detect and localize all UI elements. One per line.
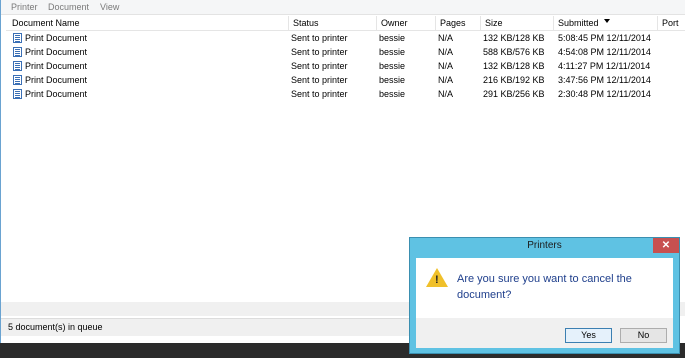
print-document-icon — [13, 89, 22, 99]
row-submitted: 2:30:48 PM 12/11/2014 — [558, 89, 651, 99]
row-status: Sent to printer — [291, 33, 348, 43]
row-size: 216 KB/192 KB — [483, 75, 545, 85]
column-port[interactable]: Port — [658, 16, 685, 30]
row-owner: bessie — [379, 75, 406, 85]
cancel-confirm-dialog: Printers ✕ ! Are you sure you want to ca… — [409, 237, 680, 354]
row-size: 132 KB/128 KB — [483, 61, 545, 71]
table-row[interactable]: Print Document Sent to printer bessie N/… — [6, 87, 685, 101]
row-status: Sent to printer — [291, 75, 348, 85]
row-submitted: 4:11:27 PM 12/11/2014 — [558, 61, 651, 71]
row-size: 291 KB/256 KB — [483, 89, 545, 99]
print-document-icon — [13, 75, 22, 85]
warning-exclamation-icon: ! — [435, 274, 439, 286]
sort-descending-icon — [604, 19, 610, 23]
row-submitted: 5:08:45 PM 12/11/2014 — [558, 33, 651, 43]
column-size[interactable]: Size — [481, 16, 554, 30]
dialog-footer: Yes No — [416, 318, 673, 348]
column-pages[interactable]: Pages — [436, 16, 481, 30]
row-size: 132 KB/128 KB — [483, 33, 545, 43]
row-submitted: 4:54:08 PM 12/11/2014 — [558, 47, 651, 57]
row-owner: bessie — [379, 89, 406, 99]
no-button[interactable]: No — [620, 328, 667, 343]
row-size: 588 KB/576 KB — [483, 47, 545, 57]
table-row[interactable]: Print Document Sent to printer bessie N/… — [6, 73, 685, 87]
menu-view[interactable]: View — [100, 2, 119, 12]
table-row[interactable]: Print Document Sent to printer bessie N/… — [6, 31, 685, 45]
print-document-icon — [13, 47, 22, 57]
row-pages: N/A — [438, 75, 454, 85]
row-pages: N/A — [438, 47, 454, 57]
row-document-name: Print Document — [25, 75, 88, 85]
yes-button[interactable]: Yes — [565, 328, 612, 343]
table-row[interactable]: Print Document Sent to printer bessie N/… — [6, 59, 685, 73]
row-submitted: 3:47:56 PM 12/11/2014 — [558, 75, 651, 85]
queue-count-text: 5 document(s) in queue — [8, 322, 103, 332]
close-button[interactable]: ✕ — [653, 238, 679, 253]
column-status[interactable]: Status — [289, 16, 377, 30]
row-pages: N/A — [438, 89, 454, 99]
row-owner: bessie — [379, 33, 406, 43]
row-document-name: Print Document — [25, 33, 88, 43]
dialog-body: ! Are you sure you want to cancel the do… — [416, 258, 673, 318]
row-owner: bessie — [379, 47, 406, 57]
column-header: Document Name Status Owner Pages Size Su… — [6, 16, 685, 31]
row-pages: N/A — [438, 33, 454, 43]
dialog-message: Are you sure you want to cancel the docu… — [457, 273, 632, 301]
status-bar: 5 document(s) in queue — [1, 318, 421, 336]
dialog-title: Printers — [527, 240, 562, 251]
menu-printer[interactable]: Printer — [11, 2, 38, 12]
row-status: Sent to printer — [291, 89, 348, 99]
print-document-icon — [13, 33, 22, 43]
menu-bar: Printer Document View — [1, 0, 685, 15]
row-owner: bessie — [379, 61, 406, 71]
table-row[interactable]: Print Document Sent to printer bessie N/… — [6, 45, 685, 59]
row-document-name: Print Document — [25, 47, 88, 57]
row-document-name: Print Document — [25, 61, 88, 71]
row-document-name: Print Document — [25, 89, 88, 99]
column-document-name[interactable]: Document Name — [8, 16, 289, 30]
print-document-icon — [13, 61, 22, 71]
row-status: Sent to printer — [291, 61, 348, 71]
column-owner[interactable]: Owner — [377, 16, 436, 30]
menu-document[interactable]: Document — [48, 2, 89, 12]
row-status: Sent to printer — [291, 47, 348, 57]
row-pages: N/A — [438, 61, 454, 71]
